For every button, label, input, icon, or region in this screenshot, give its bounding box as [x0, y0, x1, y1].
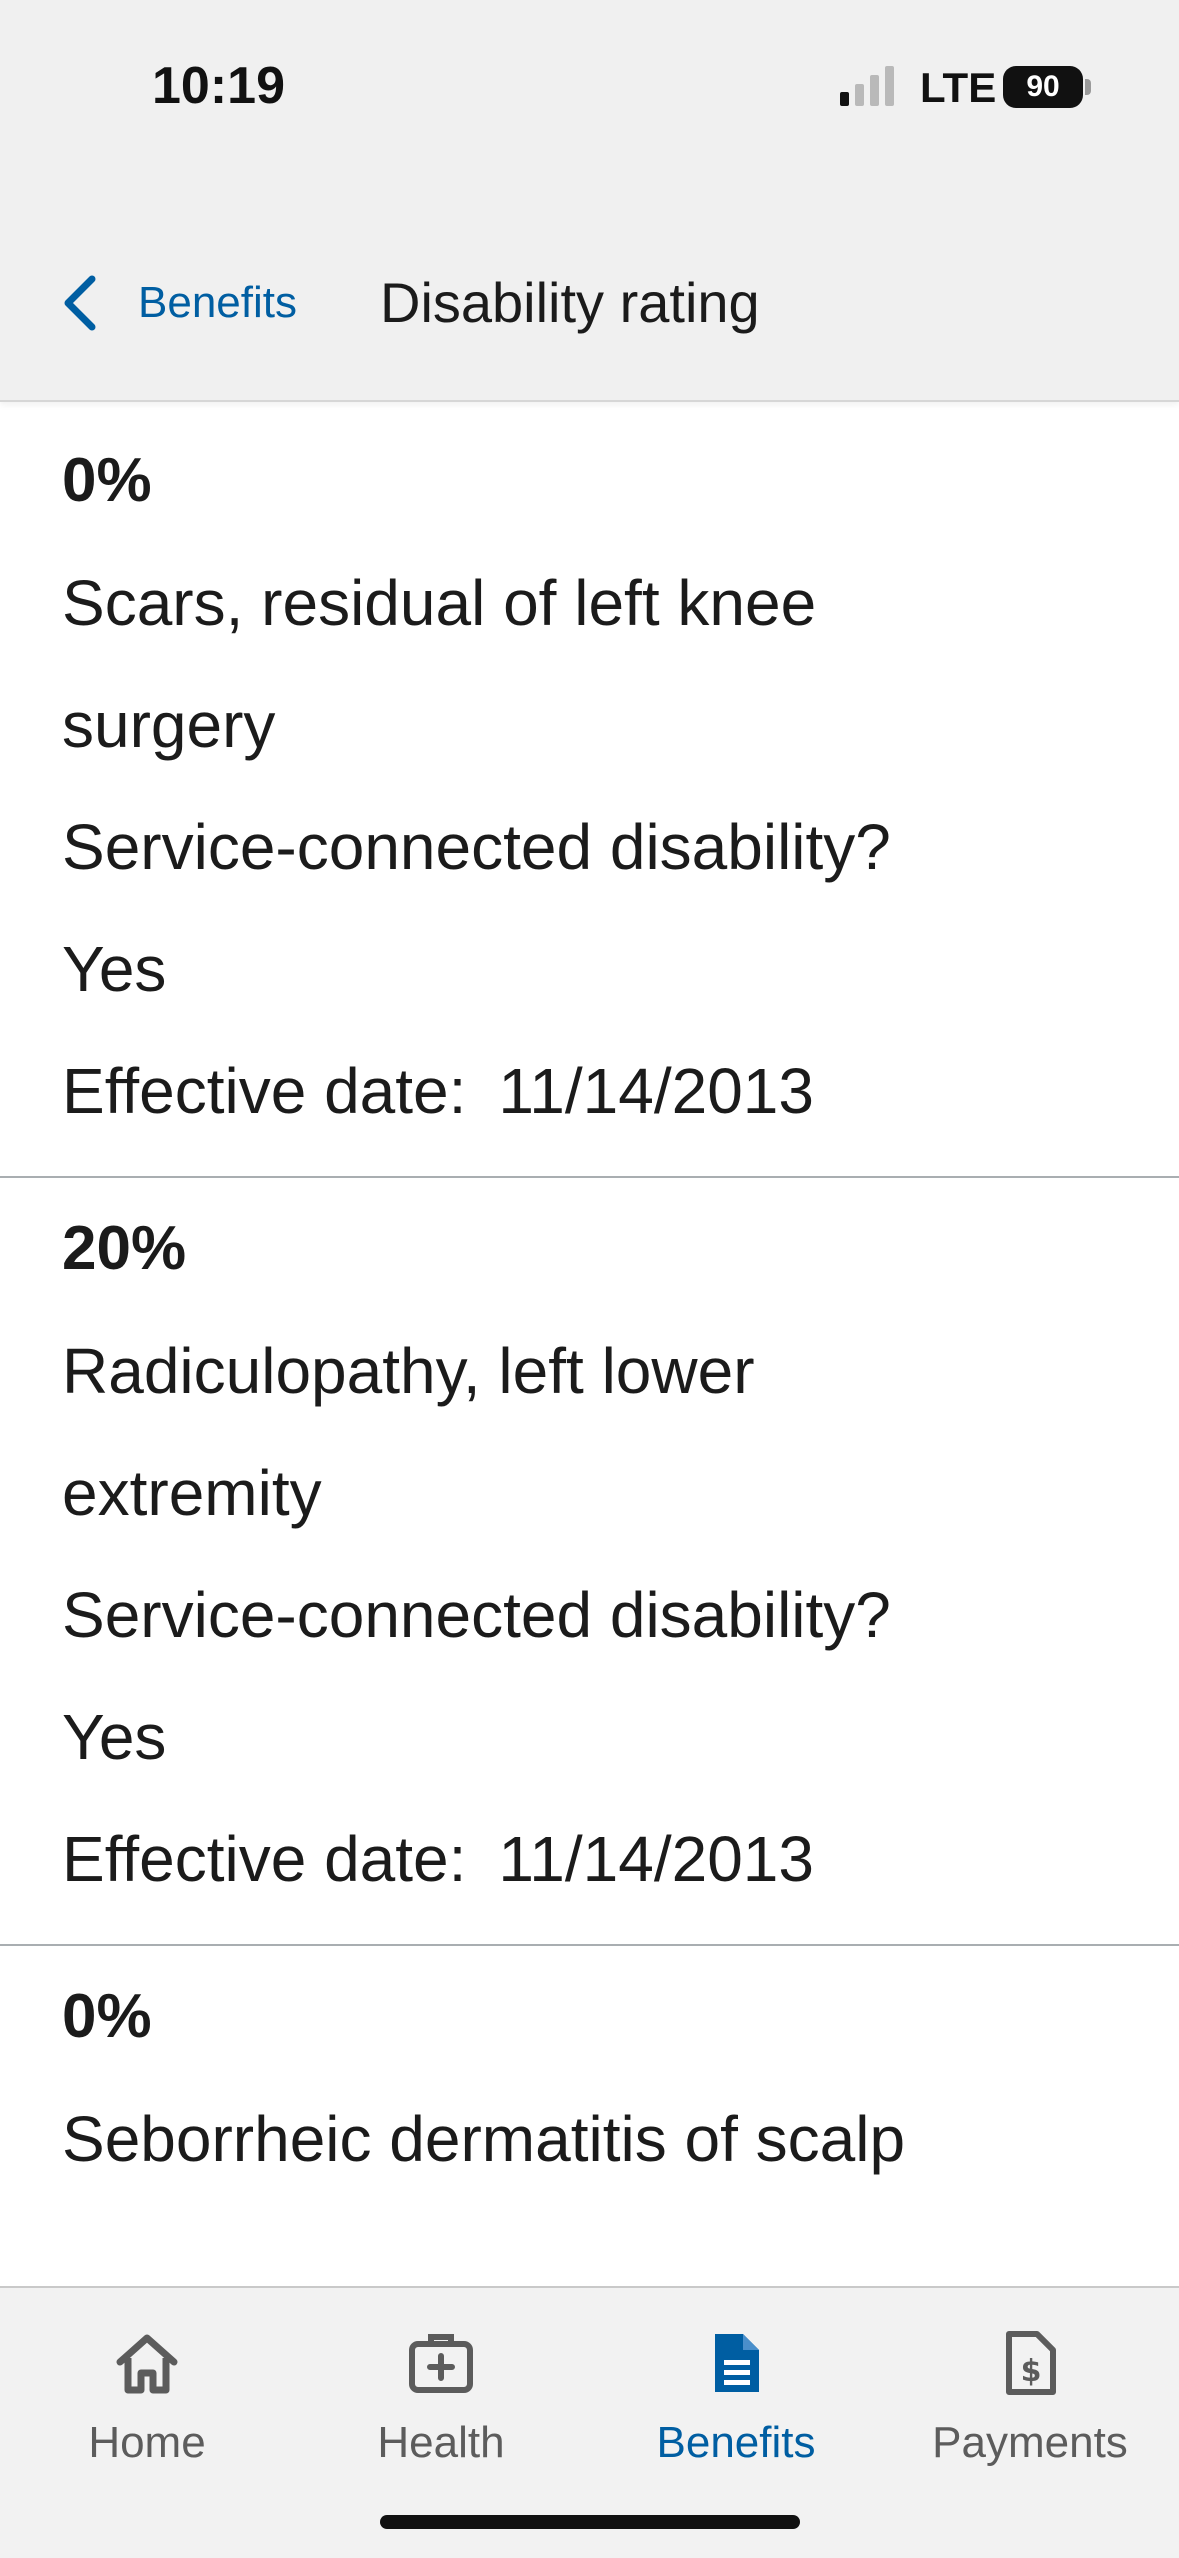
- tab-label: Benefits: [656, 2418, 816, 2467]
- back-button[interactable]: Benefits: [62, 268, 297, 338]
- cellular-signal-icon: [840, 66, 894, 106]
- condition-name-line-2: surgery: [62, 689, 276, 761]
- tab-label: Payments: [932, 2418, 1128, 2467]
- battery-level: 90: [1026, 70, 1060, 103]
- condition-name-line-1: Scars, residual of left knee: [62, 567, 817, 639]
- status-time: 10:19: [152, 57, 285, 115]
- service-connected-label: Service-connected disability?: [62, 1579, 891, 1651]
- ratings-list[interactable]: 0% Scars, residual of left knee surgery …: [0, 400, 1179, 2286]
- navigation-header: 10:19 LTE 90 Benefits Disability rating: [0, 0, 1179, 402]
- service-connected-value: Yes: [62, 933, 167, 1005]
- rating-percent: 20%: [62, 1214, 187, 1283]
- effective-date-label: Effective date:: [62, 1055, 467, 1127]
- rating-percent: 0%: [62, 1982, 152, 2051]
- document-icon: [715, 2334, 759, 2392]
- effective-date-value: 11/14/2013: [498, 1823, 814, 1895]
- tab-label: Health: [377, 2418, 505, 2467]
- service-connected-label: Service-connected disability?: [62, 811, 891, 883]
- effective-date: Effective date: 11/14/2013: [62, 1030, 1117, 1152]
- network-type: LTE: [920, 64, 997, 111]
- rating-percent: 0%: [62, 446, 152, 515]
- tab-health[interactable]: Health: [311, 2328, 571, 2468]
- battery-icon: 90: [1003, 66, 1083, 108]
- tab-payments[interactable]: $ Payments: [900, 2328, 1160, 2468]
- tab-home[interactable]: Home: [17, 2328, 277, 2468]
- rating-item: 20% Radiculopathy, left lower extremity …: [0, 1178, 1179, 1946]
- rating-item: 0% Scars, residual of left knee surgery …: [0, 400, 1179, 1178]
- effective-date: Effective date: 11/14/2013: [62, 1798, 1117, 1920]
- condition-name-line-1: Radiculopathy, left lower: [62, 1335, 755, 1407]
- svg-text:$: $: [1021, 2354, 1042, 2389]
- condition-name-line-1: Seborrheic dermatitis of scalp: [62, 2103, 906, 2175]
- page-title: Disability rating: [380, 271, 760, 334]
- chevron-left-icon: [64, 275, 96, 331]
- home-indicator: [380, 2515, 800, 2529]
- home-icon: [116, 2334, 178, 2394]
- back-button-label: Benefits: [138, 278, 297, 327]
- effective-date-value: 11/14/2013: [498, 1055, 814, 1127]
- effective-date-label: Effective date:: [62, 1823, 467, 1895]
- dollar-document-icon: $: [1006, 2331, 1056, 2395]
- service-connected-value: Yes: [62, 1701, 167, 1773]
- tab-benefits[interactable]: Benefits: [606, 2328, 866, 2468]
- condition-name-line-2: extremity: [62, 1457, 322, 1529]
- battery-tip: [1085, 79, 1091, 95]
- tab-label: Home: [88, 2418, 206, 2467]
- medical-kit-icon: [409, 2334, 473, 2393]
- rating-item: 0% Seborrheic dermatitis of scalp: [0, 1946, 1179, 2224]
